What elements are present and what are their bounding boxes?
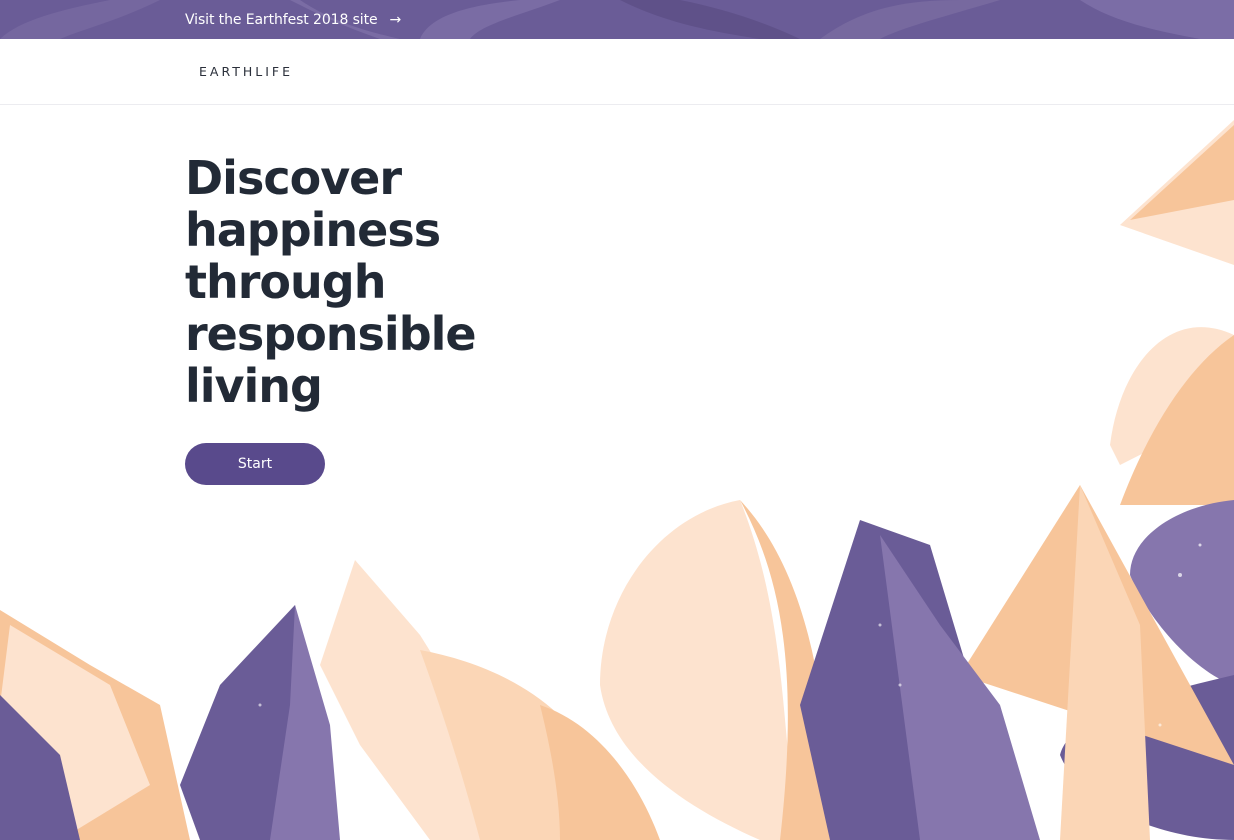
announcement-bar: Visit the Earthfest 2018 site → [0,0,1234,39]
site-logo[interactable]: EARTHLIFE [199,64,293,79]
earthfest-link-text: Visit the Earthfest 2018 site [185,11,378,28]
speckle [1178,573,1182,577]
speckle [898,683,902,687]
speckle [878,623,882,627]
speckle [1158,723,1162,727]
speckle [258,703,262,707]
speckle [1198,543,1202,547]
leaf-illustration [0,120,1234,840]
navbar: EARTHLIFE [0,39,1234,105]
arrow-right-icon: → [389,11,402,28]
earthfest-site-link[interactable]: Visit the Earthfest 2018 site → [185,0,401,39]
